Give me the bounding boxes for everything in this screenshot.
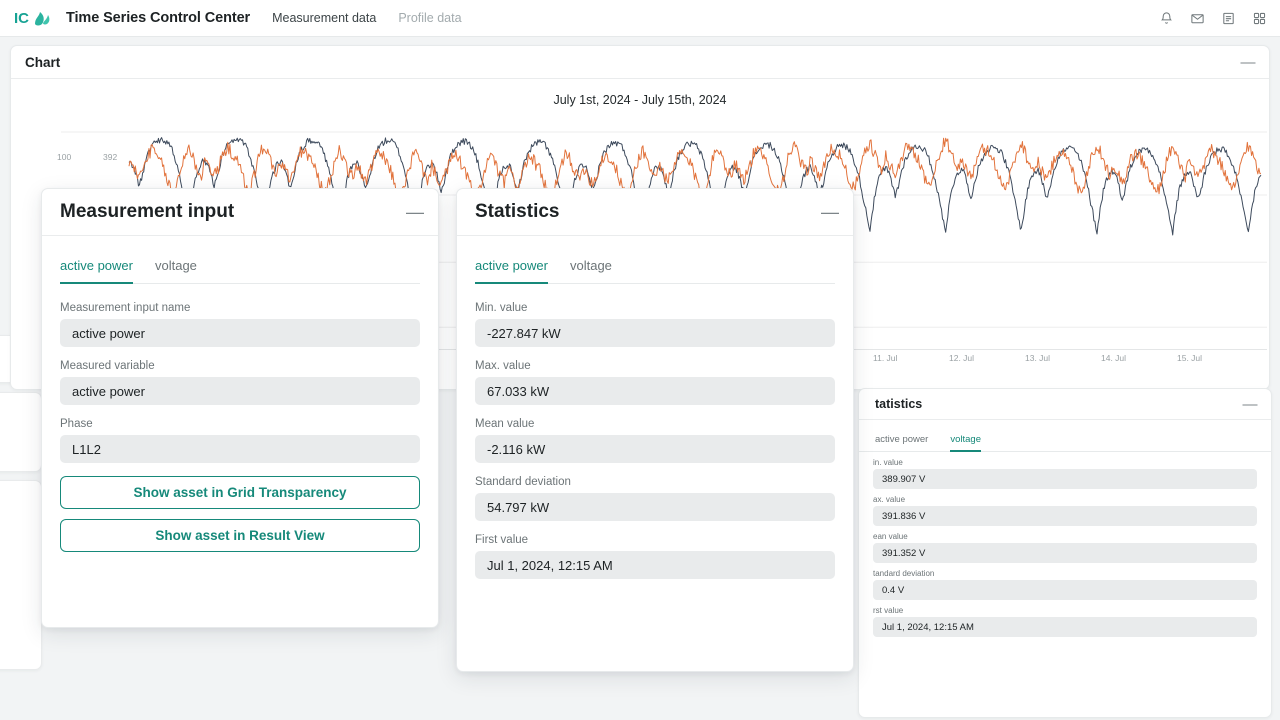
measurement-input-body: active power voltage Measurement input n… (42, 236, 438, 552)
stats-tab-voltage[interactable]: voltage (570, 258, 612, 284)
bg-field-value: 391.836 V (873, 506, 1257, 526)
bg-field-label: in. value (873, 458, 1257, 467)
bg-field-label: ax. value (873, 495, 1257, 504)
nav-measurement-data[interactable]: Measurement data (272, 11, 376, 25)
background-card-stub-2 (0, 392, 42, 472)
document-icon[interactable] (1221, 11, 1236, 26)
statistics-body: active power voltage Min. value -227.847… (457, 236, 853, 579)
bg-statistics-title: tatistics (875, 397, 922, 411)
top-navigation-bar: IC Time Series Control Center Measuremen… (0, 0, 1280, 37)
x-axis-tick: 13. Jul (1025, 353, 1050, 363)
bg-statistics-tabs: active power voltage (859, 434, 1271, 452)
statistics-header: Statistics — (457, 189, 853, 236)
statistics-title: Statistics (475, 201, 559, 223)
x-axis-tick: 14. Jul (1101, 353, 1126, 363)
bg-statistics-minimize-button[interactable]: — (1241, 397, 1259, 412)
tab-voltage[interactable]: voltage (155, 258, 197, 284)
mail-icon[interactable] (1190, 11, 1205, 26)
std-deviation-field: 54.797 kW (475, 493, 835, 521)
app-root: IC Time Series Control Center Measuremen… (0, 0, 1280, 720)
page-title: Time Series Control Center (66, 10, 250, 26)
x-axis-tick: 11. Jul (873, 353, 897, 363)
bg-field-value: Jul 1, 2024, 12:15 AM (873, 617, 1257, 637)
min-value-field: -227.847 kW (475, 319, 835, 347)
background-card-stub-3 (0, 480, 42, 670)
bg-field-label: tandard deviation (873, 569, 1257, 578)
mean-value-label: Mean value (475, 418, 835, 430)
chart-card-header: Chart — (11, 46, 1269, 79)
topbar-icon-group (1159, 0, 1267, 37)
measured-variable-label: Measured variable (60, 360, 420, 372)
nav-profile-data[interactable]: Profile data (398, 11, 461, 25)
measurement-input-name-field[interactable]: active power (60, 319, 420, 347)
bell-icon[interactable] (1159, 11, 1174, 26)
measurement-input-header: Measurement input — (42, 189, 438, 236)
bg-field-value: 0.4 V (873, 580, 1257, 600)
measurement-input-card: Measurement input — active power voltage… (41, 188, 439, 628)
measurement-input-minimize-button[interactable]: — (406, 203, 424, 221)
bg-tab-active-power[interactable]: active power (875, 434, 928, 452)
phase-field[interactable]: L1L2 (60, 435, 420, 463)
max-value-label: Max. value (475, 360, 835, 372)
bg-field-value: 391.352 V (873, 543, 1257, 563)
measurement-input-tabs: active power voltage (60, 258, 420, 284)
statistics-tabs: active power voltage (475, 258, 835, 284)
tab-active-power[interactable]: active power (60, 258, 133, 284)
statistics-card-background: tatistics — active power voltage in. val… (858, 388, 1272, 718)
chart-title: July 1st, 2024 - July 15th, 2024 (11, 79, 1269, 107)
bg-field-label: ean value (873, 532, 1257, 541)
measurement-input-title: Measurement input (60, 201, 234, 223)
apps-grid-icon[interactable] (1252, 11, 1267, 26)
chart-card-title: Chart (25, 55, 60, 70)
measurement-input-name-label: Measurement input name (60, 302, 420, 314)
x-axis-tick: 15. Jul (1177, 353, 1202, 363)
std-deviation-label: Standard deviation (475, 476, 835, 488)
stats-tab-active-power[interactable]: active power (475, 258, 548, 284)
measured-variable-field[interactable]: active power (60, 377, 420, 405)
bg-statistics-header: tatistics — (859, 389, 1271, 420)
max-value-field: 67.033 kW (475, 377, 835, 405)
bg-field-label: rst value (873, 606, 1257, 615)
statistics-minimize-button[interactable]: — (821, 203, 839, 221)
min-value-label: Min. value (475, 302, 835, 314)
x-axis-tick: 12. Jul (949, 353, 974, 363)
statistics-card: Statistics — active power voltage Min. v… (456, 188, 854, 672)
bg-tab-voltage[interactable]: voltage (950, 434, 981, 452)
first-value-field: Jul 1, 2024, 12:15 AM (475, 551, 835, 579)
main-nav: Measurement data Profile data (272, 11, 461, 25)
show-asset-grid-transparency-button[interactable]: Show asset in Grid Transparency (60, 476, 420, 509)
svg-text:IC: IC (14, 10, 29, 27)
app-logo[interactable]: IC (14, 8, 52, 28)
bg-statistics-fields: in. value 389.907 V ax. value 391.836 V … (859, 452, 1271, 637)
mean-value-field: -2.116 kW (475, 435, 835, 463)
chart-minimize-button[interactable]: — (1239, 55, 1257, 70)
first-value-label: First value (475, 534, 835, 546)
show-asset-result-view-button[interactable]: Show asset in Result View (60, 519, 420, 552)
bg-field-value: 389.907 V (873, 469, 1257, 489)
phase-label: Phase (60, 418, 420, 430)
